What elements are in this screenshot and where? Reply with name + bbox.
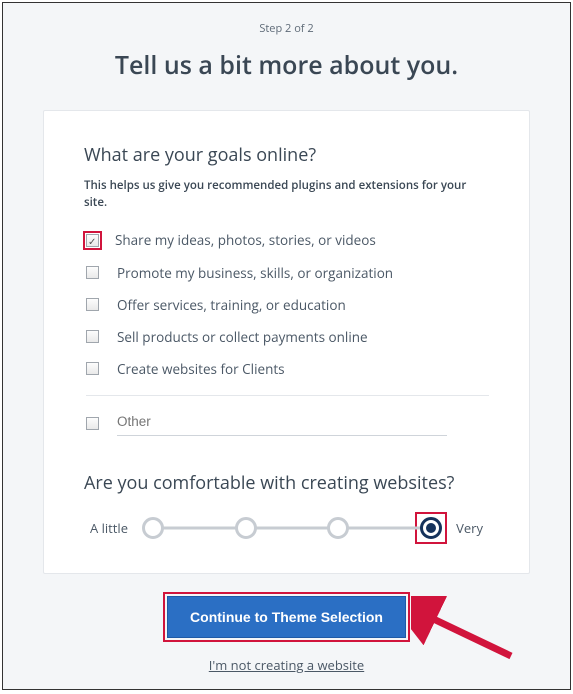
option-label: Create websites for Clients <box>117 360 285 378</box>
comfort-slider: A little Very <box>84 517 489 539</box>
checkbox-icon <box>86 330 99 343</box>
step-indicator: Step 2 of 2 <box>3 3 570 36</box>
goal-option-promote[interactable]: Promote my business, skills, or organiza… <box>86 257 489 289</box>
option-label: Promote my business, skills, or organiza… <box>117 264 393 282</box>
checkbox-icon <box>86 234 99 247</box>
slider-node-1[interactable] <box>142 517 164 539</box>
goal-option-sell[interactable]: Sell products or collect payments online <box>86 321 489 353</box>
option-label: Share my ideas, photos, stories, or vide… <box>115 231 376 249</box>
slider-node-4[interactable] <box>420 517 442 539</box>
option-label: Sell products or collect payments online <box>117 328 368 346</box>
slider-label-left: A little <box>90 519 128 537</box>
slider-node-2[interactable] <box>235 517 257 539</box>
slider-node-3[interactable] <box>327 517 349 539</box>
other-input[interactable] <box>117 412 447 436</box>
checkbox-icon <box>86 298 99 311</box>
goal-option-clients[interactable]: Create websites for Clients <box>86 353 489 385</box>
checkbox-icon <box>86 362 99 375</box>
goals-question-title: What are your goals online? <box>84 143 489 167</box>
checkbox-icon <box>86 417 99 430</box>
goals-options: Share my ideas, photos, stories, or vide… <box>86 224 489 443</box>
slider-label-right: Very <box>456 519 483 537</box>
goals-question-subtitle: This helps us give you recommended plugi… <box>84 177 489 212</box>
continue-button[interactable]: Continue to Theme Selection <box>167 596 406 638</box>
checkbox-icon <box>86 266 99 279</box>
page-title: Tell us a bit more about you. <box>3 48 570 82</box>
goal-option-other[interactable] <box>86 395 489 443</box>
goal-option-services[interactable]: Offer services, training, or education <box>86 289 489 321</box>
form-card: What are your goals online? This helps u… <box>43 110 530 574</box>
skip-link[interactable]: I'm not creating a website <box>3 656 570 674</box>
goal-option-share[interactable]: Share my ideas, photos, stories, or vide… <box>86 224 489 257</box>
option-label: Offer services, training, or education <box>117 296 346 314</box>
comfort-question-title: Are you comfortable with creating websit… <box>84 471 489 495</box>
